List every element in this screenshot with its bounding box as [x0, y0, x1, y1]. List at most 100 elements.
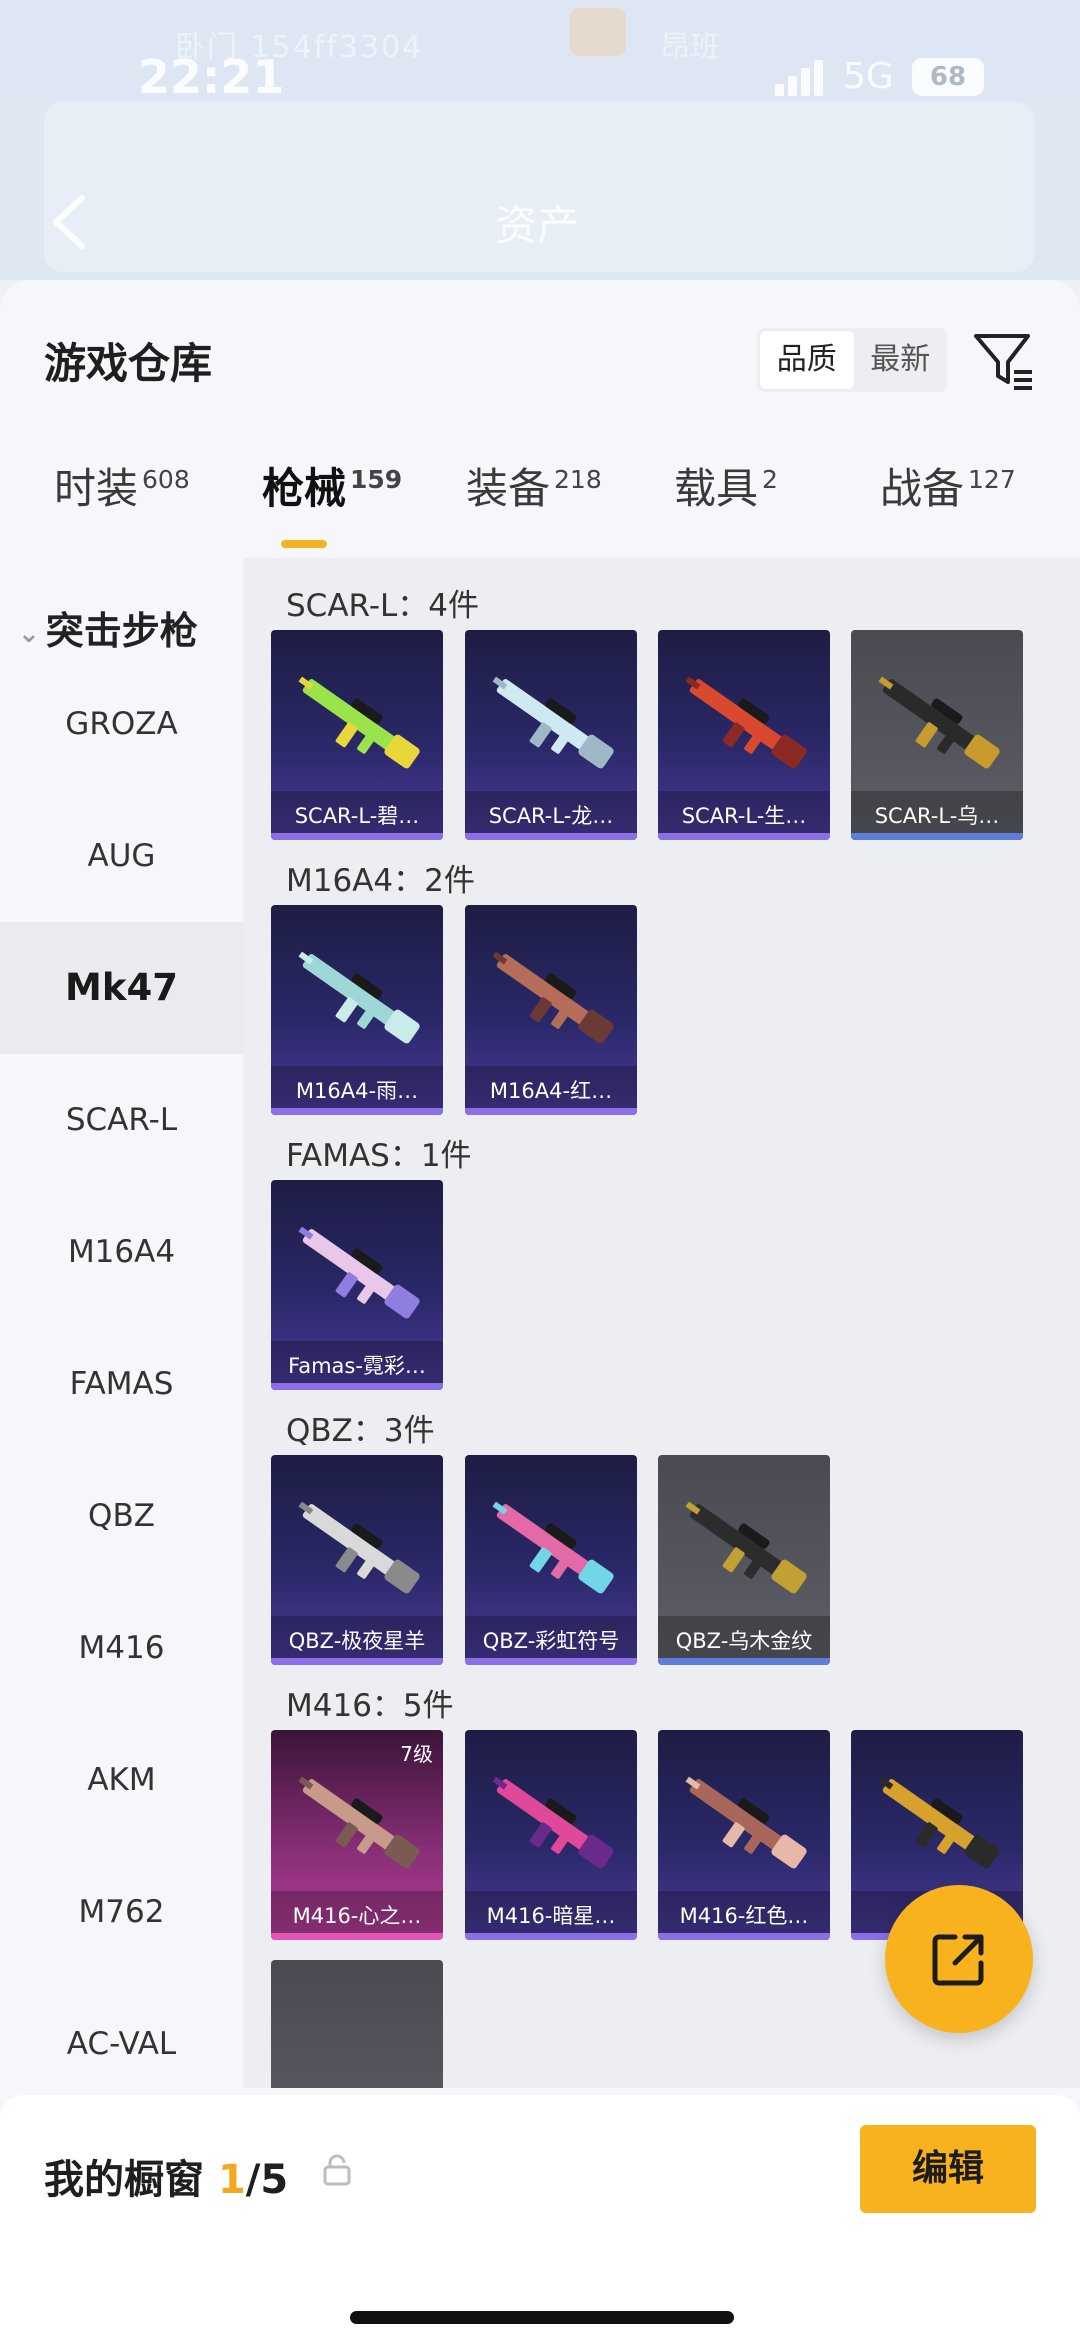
weapon-skin-name: SCAR-L-乌…	[874, 804, 1000, 828]
tab-outfits[interactable]: 时装 608	[54, 455, 190, 516]
rifle-icon	[492, 1501, 614, 1594]
sort-latest-option[interactable]: 最新	[854, 328, 948, 392]
weapon-skin-card[interactable]: SCAR-L-龙…	[465, 630, 637, 840]
weapon-skin-name: M416-暗星…	[486, 1904, 616, 1928]
sidebar-item-famas[interactable]: FAMAS	[0, 1318, 243, 1450]
showcase-label: 我的橱窗 1/5	[44, 2147, 288, 2205]
status-center-text: 昂班	[660, 30, 720, 65]
sheet-title: 游戏仓库	[44, 339, 213, 388]
weapon-skin-card[interactable]: SCAR-L-生…	[658, 630, 830, 840]
weapon-skin-card[interactable]: Famas-霓彩…	[271, 1180, 443, 1390]
rifle-icon	[298, 1776, 420, 1869]
weapon-skin-card[interactable]	[271, 1960, 443, 2088]
tab-label: 时装	[54, 464, 139, 513]
rifle-icon	[298, 1501, 420, 1594]
rifle-icon	[298, 1226, 420, 1319]
weapon-skin-name: QBZ-极夜星羊	[288, 1629, 426, 1653]
sidebar-category-label: 突击步枪	[45, 609, 198, 653]
rifle-icon	[685, 1501, 807, 1594]
sidebar-item-m762[interactable]: M762	[0, 1846, 243, 1978]
sidebar-item-m416[interactable]: M416	[0, 1582, 243, 1714]
weapon-skin-card[interactable]: M416-暗星…	[465, 1730, 637, 1940]
filter-icon[interactable]	[972, 328, 1036, 392]
tab-active-indicator	[281, 540, 327, 548]
rarity-bar	[271, 1108, 443, 1115]
sort-quality-option[interactable]: 品质	[760, 331, 854, 389]
rifle-icon	[298, 951, 420, 1044]
rarity-bar	[465, 1658, 637, 1665]
tab-weapons[interactable]: 枪械 159	[262, 455, 402, 516]
home-indicator[interactable]	[350, 2311, 734, 2324]
tab-vehicles[interactable]: 载具 2	[674, 455, 778, 516]
rarity-bar	[271, 1383, 443, 1390]
rarity-bar	[271, 1658, 443, 1665]
rifle-icon	[878, 676, 1000, 769]
group-title: QBZ：3件	[286, 1413, 435, 1449]
sidebar-item-mk47[interactable]: Mk47	[0, 922, 243, 1054]
weapon-skin-card[interactable]: M416-红色…	[658, 1730, 830, 1940]
rifle-icon	[685, 676, 807, 769]
sidebar-item-akm[interactable]: AKM	[0, 1714, 243, 1846]
weapon-skin-card[interactable]: SCAR-L-乌…	[851, 630, 1023, 840]
tab-label: 装备	[466, 464, 551, 513]
rarity-bar	[658, 1933, 830, 1940]
sidebar-item-qbz[interactable]: QBZ	[0, 1450, 243, 1582]
weapon-skin-name: M16A4-红…	[489, 1079, 613, 1103]
weapon-type-sidebar: ⌄ 突击步枪 GROZA AUG Mk47 SCAR-L M16A4 FAMAS …	[0, 558, 243, 2062]
network-type: 5G	[843, 56, 894, 97]
rifle-icon	[298, 676, 420, 769]
weapon-skin-card[interactable]: SCAR-L-碧…	[271, 630, 443, 840]
chevron-left-icon[interactable]	[44, 192, 94, 252]
sidebar-category-header[interactable]: ⌄ 突击步枪	[18, 600, 198, 655]
rarity-bar	[465, 1933, 637, 1940]
tab-count: 608	[142, 465, 190, 494]
sidebar-item-scar-l[interactable]: SCAR-L	[0, 1054, 243, 1186]
notification-avatar	[570, 8, 626, 56]
rifle-icon	[492, 676, 614, 769]
edit-button[interactable]: 编辑	[860, 2125, 1036, 2213]
weapon-skin-card[interactable]: QBZ-彩虹符号	[465, 1455, 637, 1665]
tab-equipment[interactable]: 装备 218	[466, 455, 602, 516]
sidebar-item-groza[interactable]: GROZA	[0, 658, 243, 790]
chevron-down-icon: ⌄	[18, 618, 40, 649]
weapon-skin-name: SCAR-L-碧…	[294, 804, 420, 828]
tab-label: 枪械	[262, 464, 347, 513]
tab-label: 战备	[880, 464, 965, 513]
tab-count: 159	[350, 465, 403, 494]
sidebar-item-ac-val[interactable]: AC-VAL	[0, 1978, 243, 2110]
rarity-bar	[465, 833, 637, 840]
weapon-skin-card[interactable]: QBZ-乌木金纹	[658, 1455, 830, 1665]
nav-title: 资产	[495, 201, 580, 250]
weapon-skin-card[interactable]: M16A4-红…	[465, 905, 637, 1115]
group-title: SCAR-L：4件	[286, 588, 479, 624]
tab-supplies[interactable]: 战备 127	[880, 455, 1016, 516]
rifle-icon	[685, 1776, 807, 1869]
weapon-skin-card[interactable]: M16A4-雨…	[271, 905, 443, 1115]
rifle-icon	[492, 951, 614, 1044]
showcase-bar: 我的橱窗 1/5 编辑	[0, 2095, 1080, 2341]
weapon-skin-name: QBZ-乌木金纹	[675, 1629, 813, 1653]
weapon-skin-name: SCAR-L-生…	[681, 804, 807, 828]
rifle-icon	[878, 1776, 1000, 1869]
rarity-bar	[658, 1658, 830, 1665]
tab-count: 218	[554, 465, 602, 494]
weapon-skin-name: SCAR-L-龙…	[488, 804, 614, 828]
share-button[interactable]	[885, 1885, 1033, 2033]
nav-bar: 资产	[0, 100, 1080, 280]
weapon-skin-name: M416-心之…	[292, 1904, 422, 1928]
rarity-bar	[658, 833, 830, 840]
weapon-skin-name: M16A4-雨…	[295, 1079, 419, 1103]
battery-icon: 68	[912, 58, 984, 96]
tab-count: 127	[968, 465, 1016, 494]
sidebar-item-aug[interactable]: AUG	[0, 790, 243, 922]
weapon-skin-card[interactable]: M416-心之… 7级	[271, 1730, 443, 1940]
rarity-bar	[271, 1933, 443, 1940]
rarity-bar	[271, 833, 443, 840]
sidebar-item-m16a4[interactable]: M16A4	[0, 1186, 243, 1318]
lock-icon	[323, 2154, 351, 2186]
group-title: M416：5件	[286, 1688, 454, 1724]
skin-level-badge: 7级	[400, 1742, 433, 1766]
rarity-bar	[465, 1108, 637, 1115]
weapon-skin-card[interactable]: QBZ-极夜星羊	[271, 1455, 443, 1665]
sort-toggle: 品质 最新	[757, 328, 947, 392]
